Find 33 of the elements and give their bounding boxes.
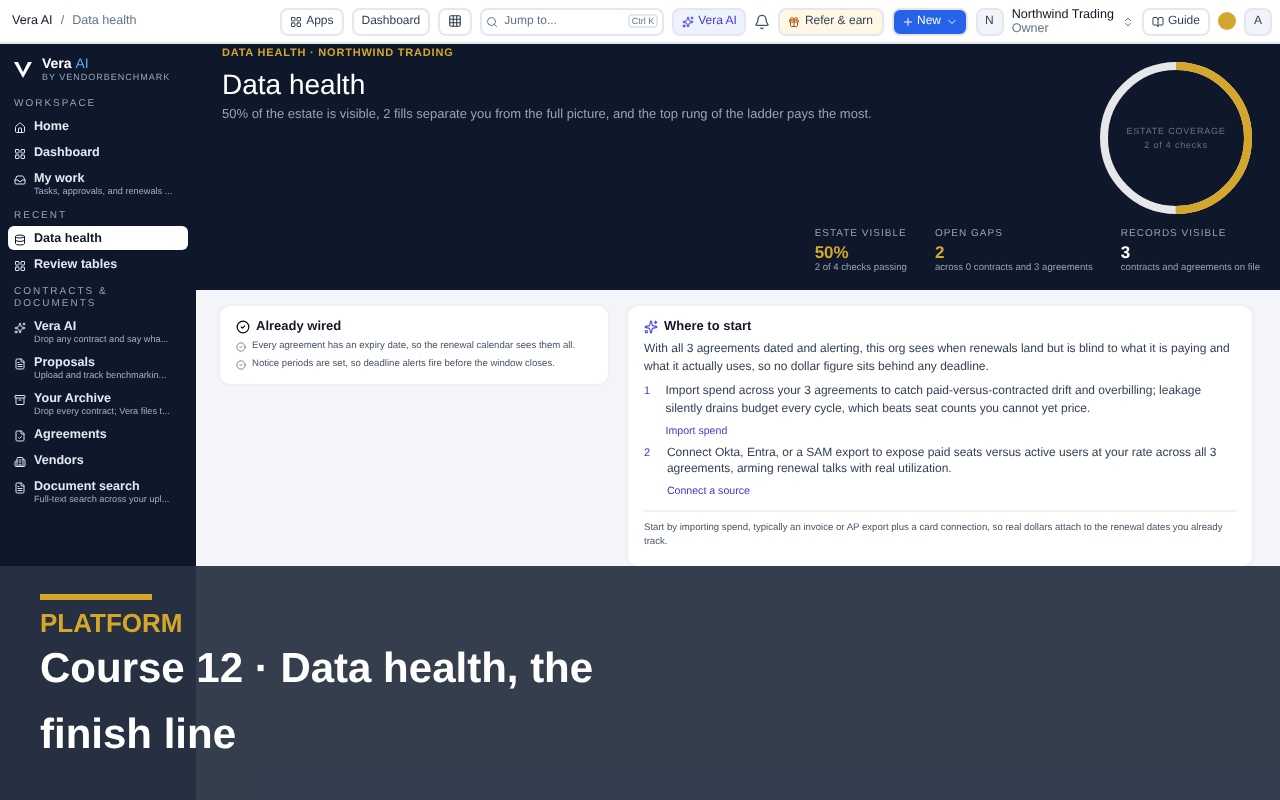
book-icon: [1151, 15, 1164, 27]
caret-icon: [945, 15, 958, 27]
grid-icon: [14, 147, 26, 159]
search-icon: [486, 15, 499, 27]
grid-button[interactable]: [438, 7, 473, 35]
inbox-icon: [14, 173, 26, 185]
grid-icon: [448, 14, 463, 28]
bell-icon[interactable]: [754, 13, 771, 29]
sparkle-icon: [644, 320, 658, 334]
page-title: Data health: [222, 68, 368, 100]
accent-bar: [40, 594, 152, 600]
check-icon: [236, 320, 250, 334]
document-icon: [14, 429, 26, 441]
logo-icon: [14, 62, 32, 78]
check-icon: [236, 342, 246, 352]
database-icon: [14, 233, 26, 245]
home-icon: [14, 121, 26, 133]
grid-icon: [14, 259, 26, 271]
stat-value: 2: [934, 242, 947, 262]
stat-value: 50%: [814, 242, 851, 262]
check-icon: [236, 360, 246, 370]
archive-icon: [14, 393, 26, 405]
banner-eyebrow: PLATFORM: [40, 608, 185, 638]
plus-icon: [901, 15, 913, 27]
stat-value: 3: [1120, 242, 1133, 262]
document-icon: [14, 357, 26, 369]
banner-title: Course 12 · Data health, the finish line: [40, 644, 596, 762]
sparkle-icon: [682, 15, 695, 27]
document-icon: [14, 481, 26, 493]
gift-icon: [788, 15, 801, 27]
sparkle-icon: [14, 321, 26, 333]
building-icon: [14, 455, 26, 467]
grid-icon: [290, 15, 303, 27]
